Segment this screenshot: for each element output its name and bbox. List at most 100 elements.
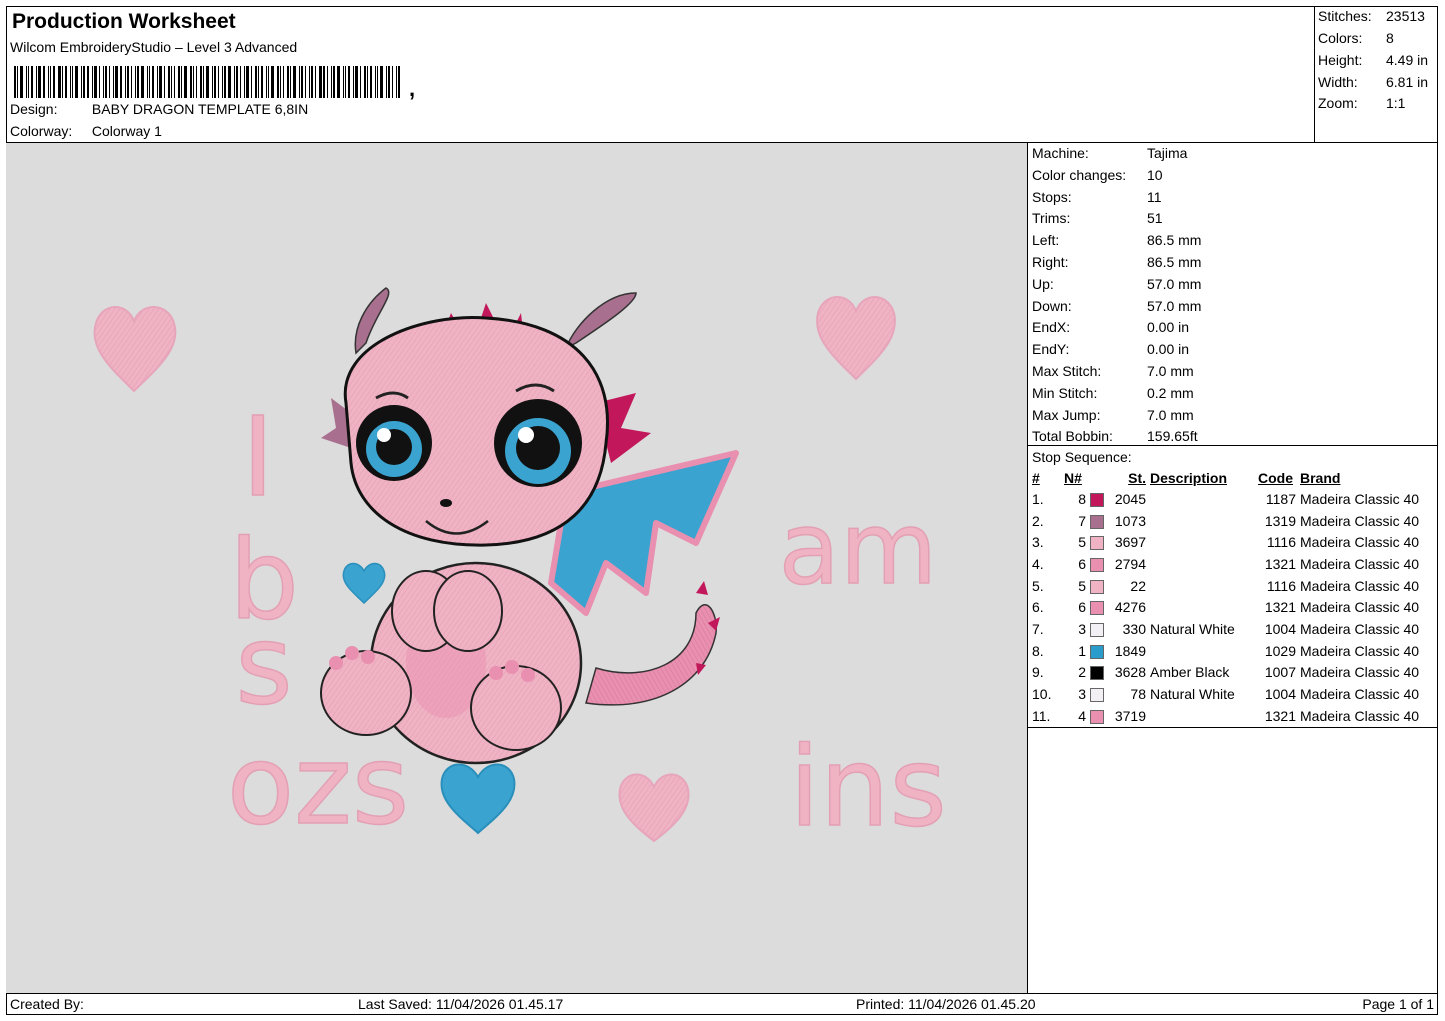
stat-colors: Colors: 8 [1318,30,1394,46]
design-value: BABY DRAGON TEMPLATE 6,8IN [91,101,309,117]
stop-stitches: 22 [1130,577,1146,594]
stop-brand: Madeira Classic 40 [1300,577,1420,594]
machine-info-row: Machine: Tajima [1032,145,1187,161]
stop-code: 1029 [1264,642,1296,659]
machine-info-label: EndX: [1032,319,1071,336]
machine-info-label: Down: [1032,297,1072,314]
thread-color-swatch [1090,601,1104,616]
stop-needle: 6 [1078,599,1086,616]
stop-description [1148,510,1256,532]
last-saved: Last Saved: 11/04/2026 01.45.17 [358,996,564,1012]
stop-row: 9. 2 3628 Amber Black 1007 Madeira Classic 40 [1030,662,1421,684]
machine-info-row: Right: 86.5 mm [1032,254,1201,270]
stop-brand: Madeira Classic 40 [1300,664,1420,681]
machine-info-value: 10 [1147,166,1163,183]
stop-code: 1321 [1264,599,1296,616]
col-brand: Brand [1300,469,1341,486]
stop-needle: 6 [1078,555,1086,572]
stop-row: 5. 5 22 1116 Madeira Classic 40 [1030,575,1421,597]
stat-value: 6.81 in [1386,74,1429,90]
panel-divider [1028,727,1438,728]
stop-swatch [1088,640,1108,662]
machine-info-row: Total Bobbin: 159.65ft [1032,428,1198,444]
stop-index: 10. [1032,686,1052,703]
thread-color-swatch [1090,514,1104,529]
colorway-row: Colorway: Colorway 1 [10,123,162,139]
stop-swatch [1088,662,1108,684]
stop-row: 4. 6 2794 1321 Madeira Classic 40 [1030,553,1421,575]
machine-info-label: Color changes: [1032,166,1127,183]
machine-info-value: 0.00 in [1147,319,1190,336]
machine-info-row: Trims: 51 [1032,210,1163,226]
stat-width: Width: 6.81 in [1318,74,1428,90]
stop-description [1148,488,1256,510]
machine-info-row: Left: 86.5 mm [1032,232,1201,248]
stop-stitches: 4276 [1114,599,1146,616]
stop-code: 1007 [1264,664,1296,681]
machine-info-row: Max Jump: 7.0 mm [1032,407,1194,423]
stop-needle: 7 [1078,512,1086,529]
stop-brand: Madeira Classic 40 [1300,534,1420,551]
col-description: Description [1150,469,1228,486]
machine-info-value: 7.0 mm [1147,363,1194,379]
stop-stitches: 330 [1122,620,1146,637]
panel-divider [1028,445,1438,446]
stop-stitches: 3628 [1114,664,1146,681]
machine-info-value: 51 [1147,210,1163,227]
stop-index: 2. [1032,512,1044,529]
stop-description: Amber Black [1150,664,1230,681]
stat-label: Colors: [1318,30,1363,46]
machine-info-label: Min Stitch: [1032,384,1098,401]
design-label: Design: [10,101,58,117]
stop-row: 8. 1 1849 1029 Madeira Classic 40 [1030,640,1421,662]
design-preview: I b s ozs am ins [6,143,1028,993]
stop-code: 1004 [1264,686,1296,703]
stop-description [1148,531,1256,553]
created-by: Created By: [10,996,84,1012]
stop-index: 11. [1032,707,1051,724]
stop-swatch [1088,553,1108,575]
col-code: Code [1258,469,1293,486]
stop-brand: Madeira Classic 40 [1300,555,1420,572]
stop-row: 11. 4 3719 1321 Madeira Classic 40 [1030,705,1421,727]
stop-brand: Madeira Classic 40 [1300,686,1420,703]
stop-sequence-header: # N# St. Description Code Brand [1030,467,1421,488]
stop-needle: 3 [1078,620,1086,637]
software-name: Wilcom EmbroideryStudio – Level 3 Advanc… [10,39,298,55]
thread-color-swatch [1090,536,1104,551]
col-index: # [1032,469,1040,486]
stop-stitches: 78 [1130,686,1146,703]
worksheet-footer: Created By: Last Saved: 11/04/2026 01.45… [6,993,1438,1015]
stop-swatch [1088,575,1108,597]
stop-row: 10. 3 78 Natural White 1004 Madeira Classic 4… [1030,683,1421,705]
page-number: Page 1 of 1 [1362,996,1434,1012]
thread-color-swatch [1090,579,1104,594]
stop-needle: 2 [1078,664,1086,681]
machine-info-value: 57.0 mm [1147,275,1202,292]
stop-brand: Madeira Classic 40 [1300,620,1420,637]
stat-label: Height: [1318,52,1363,68]
heart-top-left-icon [93,306,177,393]
stop-needle: 3 [1078,686,1086,703]
stat-height: Height: 4.49 in [1318,52,1428,68]
machine-info-panel: Machine: Tajima Color changes: 10 Stops: 11 Tr… [1028,143,1438,993]
machine-info-label: Left: [1032,232,1060,249]
barcode-separator: , [409,76,416,101]
stop-needle: 8 [1078,490,1086,507]
embroidery-design: I b s ozs am ins [93,287,948,852]
stat-label: Stitches: [1318,8,1372,24]
thread-color-swatch [1090,623,1104,638]
stop-code: 1187 [1265,490,1296,507]
stop-description [1148,640,1256,662]
stop-brand: Madeira Classic 40 [1300,642,1420,659]
design-row: Design: BABY DRAGON TEMPLATE 6,8IN [10,101,308,117]
stat-value: 4.49 in [1386,52,1429,68]
stat-value: 8 [1386,30,1394,46]
stop-brand: Madeira Classic 40 [1300,707,1420,724]
stop-swatch [1088,705,1108,727]
stop-index: 7. [1032,620,1044,637]
colorway-label: Colorway: [10,123,73,139]
colorway-value: Colorway 1 [91,123,162,139]
stop-stitches: 3719 [1114,707,1146,724]
stop-needle: 5 [1078,577,1086,594]
